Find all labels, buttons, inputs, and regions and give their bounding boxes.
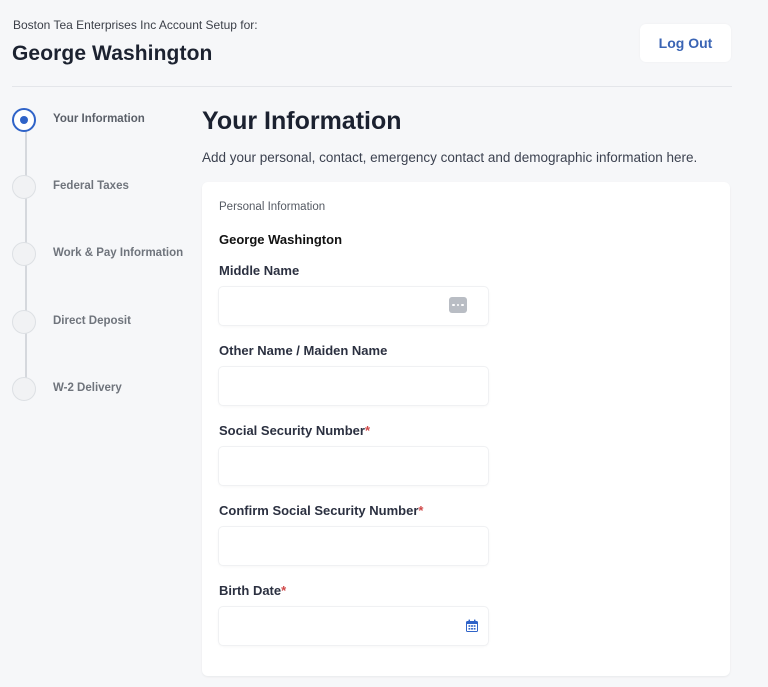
page-header: Boston Tea Enterprises Inc Account Setup… <box>0 0 768 88</box>
header-divider <box>12 86 732 87</box>
calendar-icon[interactable] <box>465 619 479 633</box>
step-label: Federal Taxes <box>53 180 129 192</box>
personal-information-card: Personal Information George Washington M… <box>202 182 730 676</box>
employee-name-heading: George Washington <box>12 42 213 65</box>
middle-name-field[interactable] <box>219 287 488 325</box>
step-your-information[interactable]: Your Information <box>12 108 202 136</box>
step-indicator <box>12 377 36 401</box>
step-label: Work & Pay Information <box>53 247 184 259</box>
section-label: Personal Information <box>219 201 326 213</box>
more-icon[interactable] <box>449 297 467 313</box>
other-name-field[interactable] <box>219 367 488 405</box>
birth-date-label: Birth Date* <box>219 583 287 598</box>
ssn-field[interactable] <box>219 447 488 485</box>
step-federal-taxes[interactable]: Federal Taxes <box>12 175 202 203</box>
setup-stepper: Your Information Federal Taxes Work & Pa… <box>0 100 200 420</box>
step-label: Direct Deposit <box>53 315 131 327</box>
middle-name-label: Middle Name <box>219 263 300 278</box>
step-indicator <box>12 175 36 199</box>
step-w2-delivery[interactable]: W-2 Delivery <box>12 377 202 405</box>
step-indicator <box>12 310 36 334</box>
confirm-ssn-field[interactable] <box>219 527 488 565</box>
step-direct-deposit[interactable]: Direct Deposit <box>12 310 202 338</box>
step-label: Your Information <box>53 113 145 125</box>
birth-date-field[interactable] <box>219 607 488 645</box>
step-work-pay-information[interactable]: Work & Pay Information <box>12 242 202 270</box>
required-marker: * <box>418 503 424 518</box>
other-name-label: Other Name / Maiden Name <box>219 343 388 358</box>
account-setup-caption: Boston Tea Enterprises Inc Account Setup… <box>13 18 258 32</box>
step-active-indicator <box>12 108 36 132</box>
page-title: Your Information <box>202 107 402 135</box>
log-out-button[interactable]: Log Out <box>640 24 731 62</box>
ssn-label: Social Security Number* <box>219 423 371 438</box>
step-indicator <box>12 242 36 266</box>
step-label: W-2 Delivery <box>53 382 122 394</box>
confirm-ssn-label: Confirm Social Security Number* <box>219 503 424 518</box>
person-name: George Washington <box>219 232 343 247</box>
required-marker: * <box>364 423 371 438</box>
required-marker: * <box>281 583 287 598</box>
page-description: Add your personal, contact, emergency co… <box>202 150 698 165</box>
